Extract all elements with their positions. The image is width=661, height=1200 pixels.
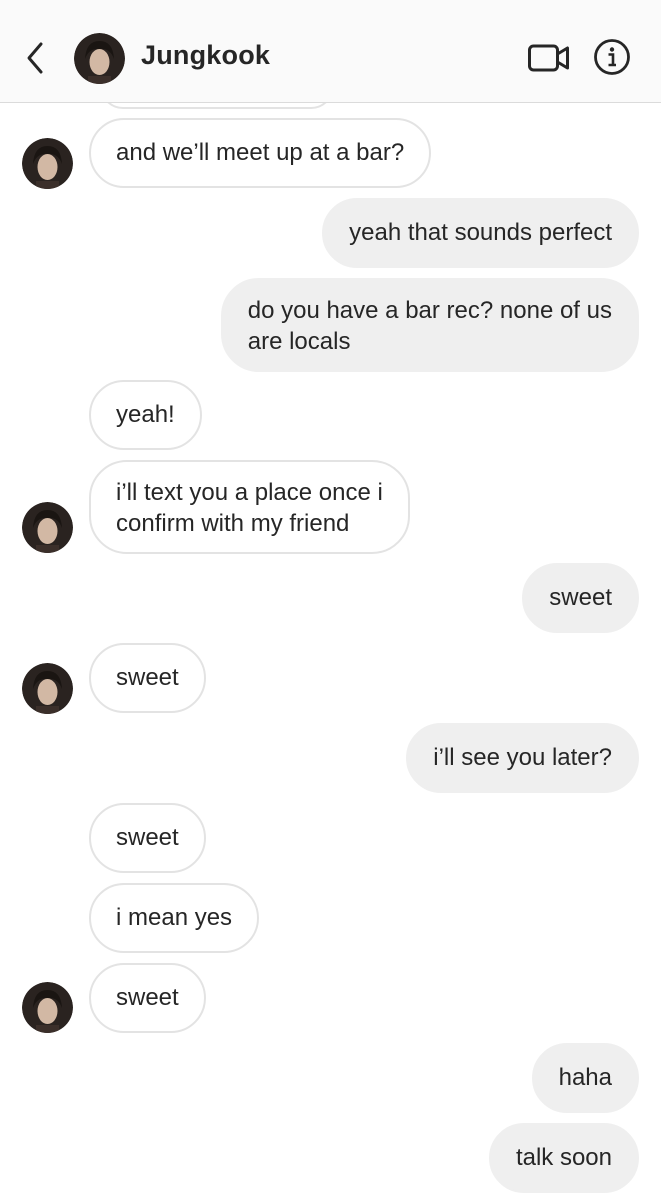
message-bubble-received[interactable]: i’ll text you a place once i confirm wit… — [89, 460, 410, 554]
sender-avatar[interactable] — [22, 663, 73, 714]
message-bubble-sent[interactable]: do you have a bar rec? none of us are lo… — [220, 278, 639, 372]
contact-avatar[interactable] — [74, 33, 125, 84]
info-icon — [594, 39, 630, 75]
message-bubble-sent[interactable]: talk soon — [488, 1123, 639, 1193]
chevron-left-icon — [27, 42, 43, 74]
message-bubble-received[interactable]: and we’ll meet up at a bar? — [89, 118, 432, 188]
message-bubble-sent[interactable]: i’ll see you later? — [406, 723, 639, 793]
video-camera-icon — [528, 44, 569, 72]
sender-avatar[interactable] — [22, 138, 73, 189]
message-line: i’ll text you a place once i — [116, 479, 383, 506]
message-bubble-received[interactable]: i mean yes — [89, 883, 260, 953]
message-bubble-received[interactable]: sweet — [89, 803, 206, 873]
info-button[interactable] — [593, 38, 631, 76]
back-button[interactable] — [22, 38, 50, 78]
message-bubble-sent[interactable]: sweet — [522, 563, 639, 633]
message-thread[interactable]: and we’ll meet up at a bar? yeah that so… — [0, 103, 661, 1200]
avatar-image — [22, 982, 73, 1033]
message-bubble-partial[interactable] — [100, 103, 334, 109]
sender-avatar[interactable] — [22, 982, 73, 1033]
chat-header: Jungkook — [0, 0, 661, 103]
message-line: are locals — [247, 328, 351, 355]
message-bubble-received[interactable]: sweet — [89, 643, 206, 713]
avatar-image — [74, 33, 125, 84]
message-line: confirm with my friend — [116, 510, 350, 537]
avatar-image — [22, 138, 73, 189]
sender-avatar[interactable] — [22, 502, 73, 553]
avatar-image — [22, 502, 73, 553]
video-call-button[interactable] — [527, 40, 571, 76]
contact-name[interactable]: Jungkook — [141, 40, 270, 71]
message-line: do you have a bar rec? none of us — [247, 297, 612, 324]
message-bubble-sent[interactable]: haha — [531, 1043, 639, 1113]
avatar-image — [22, 663, 73, 714]
message-bubble-received[interactable]: sweet — [89, 963, 206, 1033]
message-bubble-sent[interactable]: yeah that sounds perfect — [322, 198, 639, 268]
message-bubble-received[interactable]: yeah! — [89, 380, 202, 450]
